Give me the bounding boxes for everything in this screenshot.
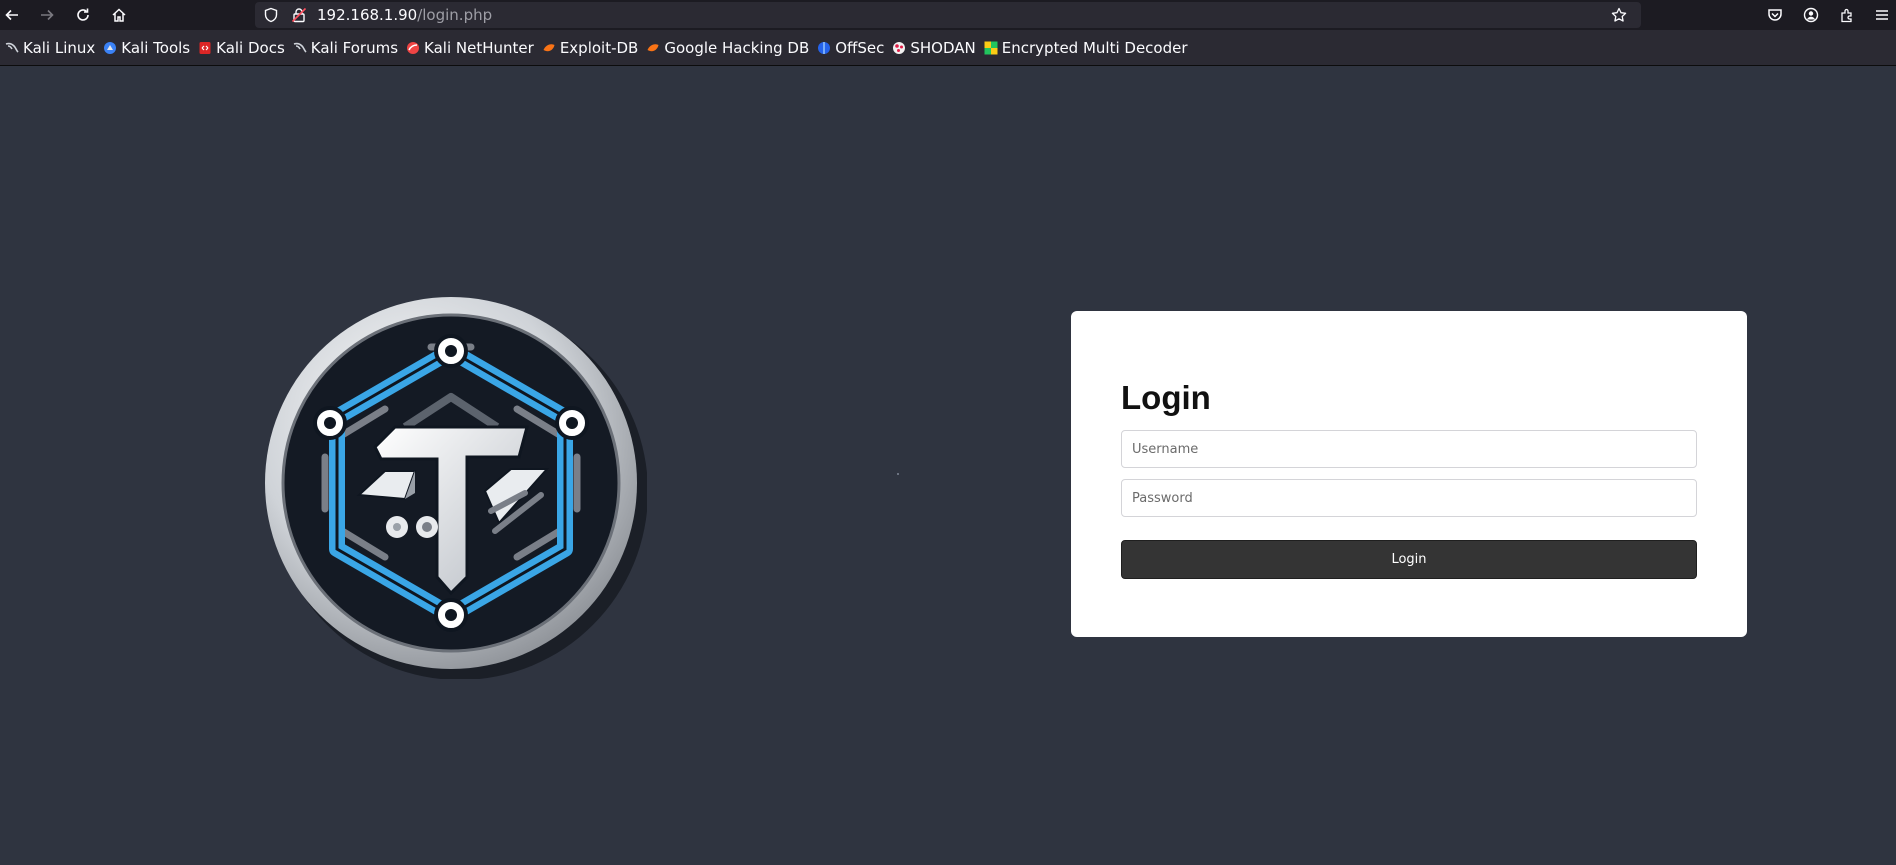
back-icon <box>5 9 18 21</box>
bookmark-label: Exploit-DB <box>559 38 639 57</box>
url-text[interactable]: 192.168.1.90/login.php <box>317 7 492 23</box>
reload-icon <box>77 8 89 21</box>
bookmark-label: SHODAN <box>910 38 976 57</box>
bookmark-exploit-db[interactable]: Exploit-DB <box>539 34 644 62</box>
bookmark-kali-tools[interactable]: Kali Tools <box>100 34 195 62</box>
login-card: Login Login <box>1071 311 1747 637</box>
account-button[interactable] <box>1799 3 1823 27</box>
browser-toolbar: 192.168.1.90/login.php <box>0 0 1896 30</box>
bookmark-offsec[interactable]: OffSec <box>814 34 889 62</box>
password-input[interactable] <box>1121 479 1697 517</box>
bookmark-label: Kali Docs <box>216 38 285 57</box>
kali-dragon-icon <box>5 42 19 53</box>
page-content: Login Login <box>0 67 1896 865</box>
menu-icon <box>1876 10 1888 20</box>
bookmark-kali-nethunter[interactable]: Kali NetHunter <box>403 34 539 62</box>
exploit-db-icon <box>647 43 659 51</box>
bookmark-kali-linux[interactable]: Kali Linux <box>2 34 100 62</box>
address-bar[interactable]: 192.168.1.90/login.php <box>255 2 1641 28</box>
offsec-icon <box>818 41 831 54</box>
account-icon <box>1803 7 1819 23</box>
extensions-icon <box>1841 8 1852 23</box>
home-button[interactable] <box>107 3 131 27</box>
kali-dragon-icon <box>293 42 307 53</box>
insecure-lock-icon[interactable] <box>291 7 307 23</box>
exploit-db-icon <box>543 43 555 51</box>
url-path: /login.php <box>417 6 493 24</box>
decorative-dot <box>897 473 899 475</box>
bookmark-label: Encrypted Multi Decoder <box>1001 38 1188 57</box>
bookmark-kali-forums[interactable]: Kali Forums <box>290 34 403 62</box>
username-input[interactable] <box>1121 430 1697 468</box>
login-title: Login <box>1121 379 1211 416</box>
kali-tools-icon <box>104 41 117 54</box>
url-host: 192.168.1.90 <box>317 6 418 24</box>
bookmark-label: Kali Linux <box>23 38 96 57</box>
forward-button[interactable] <box>35 3 59 27</box>
forward-icon <box>41 9 54 21</box>
bookmark-label: Google Hacking DB <box>664 38 810 57</box>
shield-icon[interactable] <box>263 7 279 23</box>
bookmark-label: Kali Forums <box>310 38 399 57</box>
pocket-button[interactable] <box>1763 3 1787 27</box>
bookmark-shodan[interactable]: SHODAN <box>889 34 980 62</box>
menu-button[interactable] <box>1870 3 1894 27</box>
reload-button[interactable] <box>71 3 95 27</box>
site-logo <box>265 297 647 679</box>
pocket-icon <box>1768 9 1782 21</box>
decoder-icon <box>984 41 998 54</box>
bookmark-google-hacking-db[interactable]: Google Hacking DB <box>643 34 814 62</box>
kali-docs-icon <box>199 41 211 54</box>
bookmark-star-icon[interactable] <box>1611 7 1627 23</box>
nethunter-icon <box>407 41 420 54</box>
back-button[interactable] <box>0 3 24 27</box>
login-button[interactable]: Login <box>1121 540 1697 579</box>
bookmark-kali-docs[interactable]: Kali Docs <box>195 34 290 62</box>
extensions-button[interactable] <box>1835 3 1859 27</box>
bookmarks-toolbar: Kali Linux Kali Tools Kali Docs Kali For… <box>0 30 1896 66</box>
bookmark-label: Kali NetHunter <box>424 38 534 57</box>
shodan-icon <box>893 41 906 54</box>
bookmark-label: OffSec <box>835 38 885 57</box>
bookmark-encrypted-multi-decoder[interactable]: Encrypted Multi Decoder <box>981 34 1193 62</box>
home-icon <box>112 8 126 22</box>
bookmark-label: Kali Tools <box>121 38 191 57</box>
